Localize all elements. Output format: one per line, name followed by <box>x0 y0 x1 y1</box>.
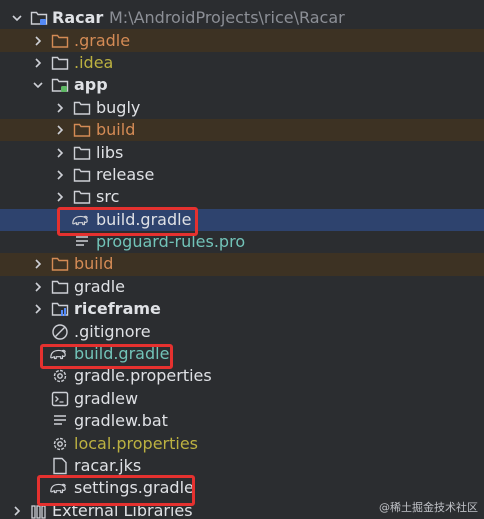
tree-label: build.gradle <box>74 344 170 364</box>
folder-icon <box>73 188 91 206</box>
chevron-right-icon[interactable] <box>31 302 45 316</box>
text-file-icon <box>51 412 69 430</box>
terminal-icon <box>51 390 69 408</box>
tree-row-gitignore[interactable]: .gitignore <box>0 320 484 342</box>
chevron-right-icon[interactable] <box>10 504 24 518</box>
library-icon <box>30 502 48 519</box>
tree-label: racar.jks <box>74 456 142 475</box>
tree-row-gradlew[interactable]: gradlew <box>0 388 484 410</box>
chevron-right-icon[interactable] <box>53 101 67 115</box>
chevron-right-icon[interactable] <box>31 56 45 70</box>
chevron-right-icon[interactable] <box>53 123 67 137</box>
tree-label: app <box>74 75 108 95</box>
project-path: M:\AndroidProjects\rice\Racar <box>109 8 345 28</box>
tree-label: gradlew <box>74 388 139 408</box>
folder-icon <box>73 99 91 117</box>
gradle-elephant-icon <box>49 479 67 497</box>
tree-row-release[interactable]: release <box>0 164 484 186</box>
tree-row-gradle-properties[interactable]: gradle.properties <box>0 365 484 387</box>
gradle-elephant-icon <box>49 345 67 363</box>
tree-row-libs[interactable]: libs <box>0 141 484 163</box>
folder-icon <box>73 166 91 184</box>
chevron-right-icon[interactable] <box>31 257 45 271</box>
tree-row-app-build[interactable]: build <box>0 118 484 142</box>
tree-label: libs <box>96 142 124 162</box>
tree-label: build <box>74 254 114 274</box>
tree-row-root-build[interactable]: build <box>0 253 484 276</box>
tree-row-riceframe[interactable]: riceframe <box>0 298 484 320</box>
tree-label: External Libraries <box>52 500 193 519</box>
ignore-file-icon <box>51 323 69 341</box>
text-file-icon <box>73 233 91 251</box>
folder-icon <box>73 121 91 139</box>
chevron-right-icon[interactable] <box>53 168 67 182</box>
folder-icon <box>51 54 69 72</box>
tree-label: .gitignore <box>74 321 151 341</box>
folder-icon <box>51 255 69 273</box>
tree-label: build.gradle <box>96 209 192 229</box>
tree-row-proguard[interactable]: proguard-rules.pro <box>0 231 484 253</box>
gradle-elephant-icon <box>71 211 89 229</box>
tree-label: local.properties <box>74 433 199 453</box>
chevron-right-icon[interactable] <box>53 146 67 160</box>
project-name: Racar <box>52 8 104 28</box>
folder-icon <box>51 32 69 50</box>
folder-icon <box>73 144 91 162</box>
tree-row-idea-dir[interactable]: .idea <box>0 52 484 74</box>
android-module-icon <box>51 76 69 94</box>
tree-label: proguard-rules.pro <box>96 232 246 252</box>
tree-label: build <box>96 120 136 140</box>
tree-row-racar[interactable]: Racar M:\AndroidProjects\rice\Racar <box>0 7 484 29</box>
tree-label: .gradle <box>74 30 131 50</box>
tree-row-src[interactable]: src <box>0 186 484 208</box>
tree-row-local-properties[interactable]: local.properties <box>0 432 484 454</box>
tree-row-gradle[interactable]: gradle <box>0 276 484 298</box>
project-tree: Racar M:\AndroidProjects\rice\Racar .gra… <box>0 7 484 519</box>
folder-icon <box>51 278 69 296</box>
tree-row-settings-gradle[interactable]: settings.gradle <box>0 477 484 499</box>
tree-row-racar-jks[interactable]: racar.jks <box>0 455 484 477</box>
tree-label: release <box>96 164 155 184</box>
tree-label: .idea <box>74 52 114 72</box>
tree-row-app[interactable]: app <box>0 74 484 96</box>
tree-label: riceframe <box>74 299 161 319</box>
tree-label: settings.gradle <box>74 478 194 498</box>
tree-row-gradlew-bat[interactable]: gradlew.bat <box>0 410 484 432</box>
library-module-icon <box>51 300 69 318</box>
gear-icon <box>51 435 69 453</box>
chevron-right-icon[interactable] <box>53 190 67 204</box>
tree-label: gradle.properties <box>74 366 212 386</box>
file-icon <box>51 457 69 475</box>
tree-label: gradle <box>74 276 125 296</box>
chevron-right-icon[interactable] <box>31 34 45 48</box>
module-folder-icon <box>30 9 48 27</box>
tree-label: src <box>96 187 120 207</box>
chevron-down-icon[interactable] <box>10 11 24 25</box>
chevron-right-icon[interactable] <box>31 280 45 294</box>
tree-label: bugly <box>96 97 141 117</box>
tree-row-app-build-gradle[interactable]: build.gradle <box>0 208 484 231</box>
tree-label: gradlew.bat <box>74 411 168 431</box>
watermark: @稀土掘金技术社区 <box>379 501 478 514</box>
gear-icon <box>51 367 69 385</box>
chevron-down-icon[interactable] <box>31 78 45 92</box>
tree-row-bugly[interactable]: bugly <box>0 97 484 119</box>
tree-row-gradle-dir[interactable]: .gradle <box>0 29 484 52</box>
tree-row-root-build-gradle[interactable]: build.gradle <box>0 343 484 365</box>
